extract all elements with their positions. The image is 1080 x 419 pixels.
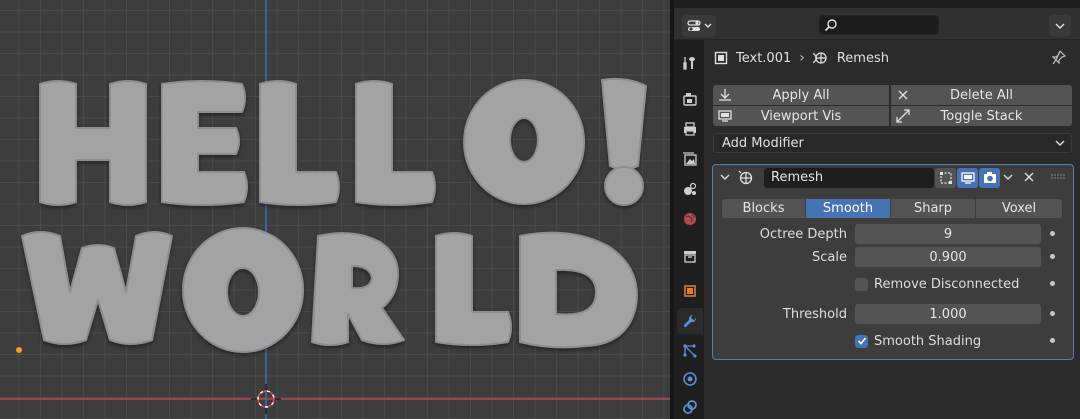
object-origin [16, 347, 22, 353]
add-modifier-label: Add Modifier [722, 135, 804, 151]
checkbox-box[interactable] [855, 334, 868, 348]
viewport-vis-label: Viewport Vis [760, 108, 842, 124]
checkmark-icon [857, 337, 866, 345]
editor-type-menu[interactable] [682, 15, 716, 37]
chevron-down-icon [704, 23, 711, 28]
animate-property-dot[interactable] [1050, 231, 1055, 236]
smooth-shading-label: Smooth Shading [874, 333, 982, 349]
toggle-stack-button[interactable]: Toggle Stack [891, 106, 1072, 126]
download-arrow-icon [719, 89, 731, 101]
constraints-tab[interactable] [677, 394, 703, 419]
close-icon[interactable] [1023, 171, 1035, 183]
object-data-icon [714, 51, 728, 65]
monitor-icon [960, 172, 975, 184]
remesh-modifier-icon [812, 52, 827, 64]
checkbox-box[interactable] [855, 277, 868, 291]
viewport-vis-button[interactable]: Viewport Vis [713, 106, 889, 126]
octree-depth-label: Octree Depth [759, 227, 847, 242]
breadcrumb-object: Text.001 [736, 50, 792, 66]
toggle-stack-label: Toggle Stack [940, 108, 1023, 124]
modifier-properties: Text.001 › Remesh Apply All Delete All V… [704, 40, 1080, 419]
octree-depth-field[interactable]: 9 [855, 224, 1041, 244]
world-text-mesh[interactable] [21, 227, 638, 353]
close-icon [898, 90, 908, 100]
properties-header [674, 0, 1080, 40]
scale-field[interactable]: 0.900 [855, 247, 1041, 267]
edit-mode-icon [939, 172, 952, 184]
search-input[interactable] [819, 15, 939, 35]
smooth-shading-checkbox[interactable]: Smooth Shading [855, 332, 981, 350]
constraint-icon [683, 400, 697, 414]
edit-mode-toggle[interactable] [935, 168, 956, 188]
collection-box-icon [684, 251, 696, 263]
animate-property-dot[interactable] [1050, 281, 1055, 286]
physics-tab[interactable] [677, 366, 703, 392]
physics-icon [683, 372, 697, 386]
object-tab[interactable] [677, 278, 703, 304]
chevron-right-icon: › [799, 50, 805, 66]
particles-tab[interactable] [677, 338, 703, 364]
pin-icon[interactable] [1052, 50, 1066, 66]
collapse-chevron-icon[interactable] [720, 173, 730, 181]
monitor-icon [718, 110, 732, 122]
particles-icon [683, 344, 697, 358]
chevron-down-icon[interactable] [1003, 174, 1013, 180]
view-layer-tab[interactable] [677, 146, 703, 172]
breadcrumb: Text.001 › Remesh [714, 48, 889, 68]
remesh-modifier-icon [738, 170, 753, 185]
viewport-overlay [0, 0, 670, 419]
tool-icon [683, 57, 695, 70]
remove-disconnected-checkbox[interactable]: Remove Disconnected [855, 275, 1019, 293]
chevron-down-icon [1055, 140, 1065, 146]
scene-icon [684, 182, 697, 195]
realtime-display-toggle[interactable] [957, 168, 978, 188]
properties-editor-icon [686, 20, 701, 31]
wrench-icon [683, 314, 697, 328]
threshold-label: Threshold [782, 307, 847, 322]
properties-tabs [674, 40, 704, 419]
render-camera-icon [683, 93, 697, 106]
remove-disconnected-label: Remove Disconnected [874, 276, 1020, 292]
printer-icon [684, 122, 696, 136]
tool-tab[interactable] [677, 50, 703, 76]
scale-label: Scale [812, 250, 847, 265]
world-tab[interactable] [677, 206, 703, 232]
header-separator [674, 0, 1080, 8]
3d-viewport[interactable] [0, 0, 670, 419]
mode-smooth[interactable]: Smooth [806, 199, 890, 218]
breadcrumb-modifier: Remesh [836, 50, 889, 66]
modifiers-tab[interactable] [677, 308, 703, 334]
options-dropdown[interactable] [1049, 15, 1071, 37]
mode-blocks[interactable]: Blocks [722, 199, 805, 218]
collection-tab[interactable] [677, 243, 703, 269]
output-tab[interactable] [677, 116, 703, 142]
image-icon [683, 152, 697, 166]
apply-all-label: Apply All [772, 87, 830, 103]
object-icon [684, 285, 696, 297]
add-modifier-dropdown[interactable]: Add Modifier [713, 133, 1072, 153]
drag-handle-icon[interactable] [1051, 174, 1065, 180]
expand-arrows-icon [896, 109, 910, 123]
hello-text-mesh[interactable] [39, 77, 647, 206]
remesh-modifier-panel: Remesh Blocks Smooth Sharp Voxel Octree … [712, 164, 1074, 360]
search-icon [824, 19, 837, 32]
animate-property-dot[interactable] [1050, 338, 1055, 343]
render-toggle[interactable] [979, 168, 1000, 188]
properties-editor: Text.001 › Remesh Apply All Delete All V… [674, 0, 1080, 419]
delete-all-button[interactable]: Delete All [891, 85, 1072, 105]
mode-sharp[interactable]: Sharp [891, 199, 975, 218]
render-tab[interactable] [677, 86, 703, 112]
apply-all-button[interactable]: Apply All [713, 85, 889, 105]
animate-property-dot[interactable] [1050, 254, 1055, 259]
modifier-name-field[interactable]: Remesh [764, 168, 934, 188]
scene-tab[interactable] [677, 176, 703, 202]
animate-property-dot[interactable] [1050, 311, 1055, 316]
mode-voxel[interactable]: Voxel [976, 199, 1062, 218]
threshold-field[interactable]: 1.000 [855, 304, 1041, 324]
modifier-header: Remesh [713, 165, 1073, 191]
delete-all-label: Delete All [950, 87, 1013, 103]
chevron-down-icon [1055, 23, 1065, 29]
world-icon [684, 213, 696, 225]
camera-icon [983, 172, 996, 183]
